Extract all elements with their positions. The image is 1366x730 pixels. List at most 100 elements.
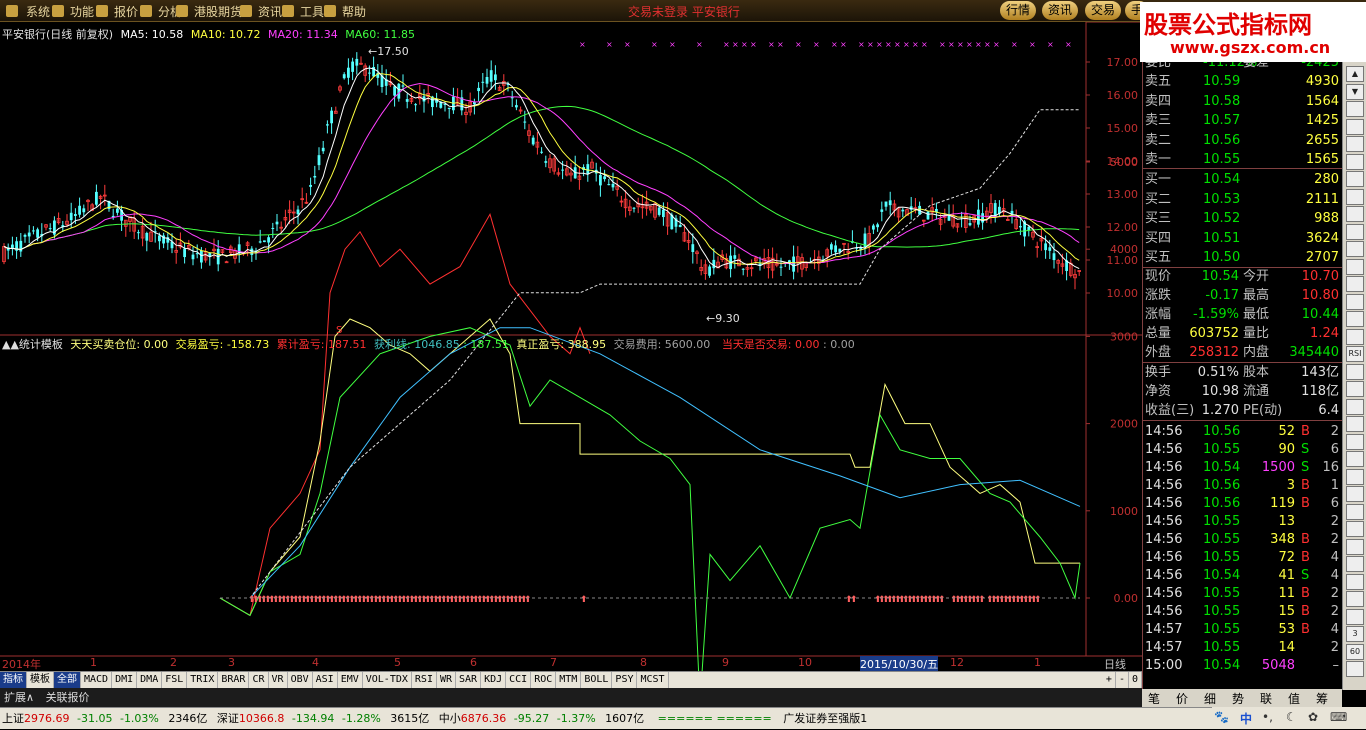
toolbar-tool-icon[interactable] bbox=[1346, 188, 1364, 205]
tab-obv[interactable]: OBV bbox=[288, 672, 313, 688]
tab-dma[interactable]: DMA bbox=[137, 672, 163, 688]
menu-item-tools[interactable]: 工具 bbox=[300, 3, 324, 20]
zoom-button[interactable]: + bbox=[1103, 672, 1116, 688]
settings-icon[interactable]: ✿ bbox=[1308, 710, 1318, 724]
toolbar-tool-icon[interactable] bbox=[1346, 538, 1364, 555]
trade-button[interactable]: 交易 bbox=[1085, 1, 1122, 20]
tab-mcst[interactable]: MCST bbox=[637, 672, 669, 688]
market-button[interactable]: 行情 bbox=[1000, 1, 1037, 20]
quote-tab[interactable]: 筹 bbox=[1316, 690, 1328, 707]
quote-tab[interactable]: 值 bbox=[1288, 690, 1300, 707]
toolbar-tool-icon[interactable] bbox=[1346, 101, 1364, 117]
tab-rsi[interactable]: RSI bbox=[412, 672, 437, 688]
keyboard-icon[interactable]: ⌨ bbox=[1330, 710, 1347, 724]
tab-brar[interactable]: BRAR bbox=[218, 672, 250, 688]
zoom-button[interactable]: - bbox=[1116, 672, 1129, 688]
tab-kdj[interactable]: KDJ bbox=[481, 672, 507, 688]
toolbar-tool-icon[interactable]: 3 bbox=[1346, 626, 1364, 642]
news-button[interactable]: 资讯 bbox=[1042, 1, 1079, 20]
tab-asi[interactable]: ASI bbox=[313, 672, 338, 688]
tab-roc[interactable]: ROC bbox=[531, 672, 557, 688]
toolbar-tool-icon[interactable] bbox=[1346, 521, 1364, 537]
toolbar-tool-icon[interactable] bbox=[1346, 223, 1364, 240]
moon-icon[interactable]: ☾ bbox=[1286, 710, 1297, 724]
tab-模板[interactable]: 模板 bbox=[27, 672, 54, 688]
tab-emv[interactable]: EMV bbox=[338, 672, 363, 688]
tab-mtm[interactable]: MTM bbox=[556, 672, 582, 688]
toolbar-tool-icon[interactable] bbox=[1346, 486, 1364, 502]
toolbar-tool-icon[interactable]: ▼ bbox=[1346, 83, 1364, 100]
menu-item-hk-futures[interactable]: 港股期货 bbox=[194, 3, 242, 20]
toolbar-tool-icon[interactable] bbox=[1346, 241, 1364, 257]
quote-tab[interactable]: 价 bbox=[1176, 690, 1188, 707]
toolbar-tool-icon[interactable] bbox=[1346, 556, 1364, 572]
expand-button[interactable]: 扩展∧ bbox=[4, 691, 34, 704]
sz-label[interactable]: 深证 bbox=[217, 712, 239, 725]
menu-item-news[interactable]: 资讯 bbox=[258, 3, 282, 20]
tab-全部[interactable]: 全部 bbox=[54, 672, 81, 688]
toolbar-tool-icon[interactable] bbox=[1346, 661, 1364, 677]
tab-vol-tdx[interactable]: VOL-TDX bbox=[363, 672, 412, 688]
toolbar-tool-icon[interactable] bbox=[1346, 276, 1364, 292]
quote-tab[interactable]: 笔 bbox=[1148, 690, 1160, 707]
tab-trix[interactable]: TRIX bbox=[187, 672, 219, 688]
zx-label[interactable]: 中小 bbox=[439, 712, 461, 725]
tab-dmi[interactable]: DMI bbox=[112, 672, 138, 688]
template-label[interactable]: ▲▲统计模板 bbox=[2, 338, 63, 351]
function-icon[interactable] bbox=[52, 5, 64, 17]
menu-item-quote[interactable]: 报价 bbox=[114, 3, 138, 20]
toolbar-tool-icon[interactable] bbox=[1346, 328, 1364, 345]
ime-indicator[interactable]: 中 bbox=[1240, 710, 1252, 727]
quote-tab[interactable]: 联 bbox=[1260, 690, 1272, 707]
period-label[interactable]: 日线 bbox=[1104, 656, 1126, 672]
kline-chart[interactable]: ⬆⬆⬆⬆⬆⬆⬆⬆⬆⬆⬆⬆⬆⬆⬆⬆⬆⬆⬆⬆⬆⬆⬆⬆⬆⬆⬆⬆⬆⬆⬆⬆⬆⬆⬆⬆⬆⬆⬆⬆… bbox=[0, 22, 1142, 688]
tab-macd[interactable]: MACD bbox=[81, 672, 113, 688]
tab-wr[interactable]: WR bbox=[437, 672, 457, 688]
system-icon[interactable] bbox=[6, 5, 18, 17]
tab-boll[interactable]: BOLL bbox=[581, 672, 613, 688]
news-icon[interactable] bbox=[240, 5, 252, 17]
toolbar-tool-icon[interactable] bbox=[1346, 573, 1364, 590]
punct-icon[interactable]: •, bbox=[1262, 710, 1273, 724]
toolbar-tool-icon[interactable] bbox=[1346, 258, 1364, 275]
toolbar-tool-icon[interactable] bbox=[1346, 381, 1364, 397]
help-icon[interactable] bbox=[324, 5, 336, 17]
quote-tab[interactable]: 细 bbox=[1204, 690, 1216, 707]
toolbar-tool-icon[interactable] bbox=[1346, 433, 1364, 450]
related-quote-button[interactable]: 关联报价 bbox=[46, 691, 90, 704]
tab-fsl[interactable]: FSL bbox=[162, 672, 188, 688]
tools-icon[interactable] bbox=[282, 5, 294, 17]
menu-item-function[interactable]: 功能 bbox=[70, 3, 94, 20]
toolbar-tool-icon[interactable] bbox=[1346, 206, 1364, 222]
zoom-button[interactable]: 0 bbox=[1129, 672, 1142, 688]
hk-futures-icon[interactable] bbox=[176, 5, 188, 17]
toolbar-tool-icon[interactable] bbox=[1346, 608, 1364, 625]
sh-label[interactable]: 上证 bbox=[2, 712, 24, 725]
tab-vr[interactable]: VR bbox=[269, 672, 288, 688]
toolbar-tool-icon[interactable] bbox=[1346, 503, 1364, 520]
toolbar-tool-icon[interactable] bbox=[1346, 416, 1364, 432]
toolbar-tool-icon[interactable] bbox=[1346, 468, 1364, 485]
tab-指标[interactable]: 指标 bbox=[0, 672, 27, 688]
menu-item-help[interactable]: 帮助 bbox=[342, 3, 366, 20]
toolbar-tool-icon[interactable] bbox=[1346, 451, 1364, 467]
toolbar-tool-icon[interactable] bbox=[1346, 311, 1364, 327]
tab-sar[interactable]: SAR bbox=[456, 672, 482, 688]
toolbar-tool-icon[interactable] bbox=[1346, 363, 1364, 380]
login-status[interactable]: 交易未登录 平安银行 bbox=[628, 3, 740, 20]
toolbar-tool-icon[interactable]: 60 bbox=[1346, 643, 1364, 660]
tab-cr[interactable]: CR bbox=[249, 672, 269, 688]
toolbar-tool-icon[interactable] bbox=[1346, 398, 1364, 415]
toolbar-tool-icon[interactable] bbox=[1346, 293, 1364, 310]
toolbar-tool-icon[interactable]: ▲ bbox=[1346, 66, 1364, 82]
quote-tab[interactable]: 势 bbox=[1232, 690, 1244, 707]
toolbar-tool-icon[interactable]: RSI bbox=[1346, 346, 1364, 362]
toolbar-tool-icon[interactable] bbox=[1346, 136, 1364, 152]
tab-cci[interactable]: CCI bbox=[506, 672, 532, 688]
analysis-icon[interactable] bbox=[140, 5, 152, 17]
tab-psy[interactable]: PSY bbox=[612, 672, 638, 688]
toolbar-tool-icon[interactable] bbox=[1346, 118, 1364, 135]
toolbar-tool-icon[interactable] bbox=[1346, 591, 1364, 607]
quote-icon[interactable] bbox=[96, 5, 108, 17]
toolbar-tool-icon[interactable] bbox=[1346, 171, 1364, 187]
